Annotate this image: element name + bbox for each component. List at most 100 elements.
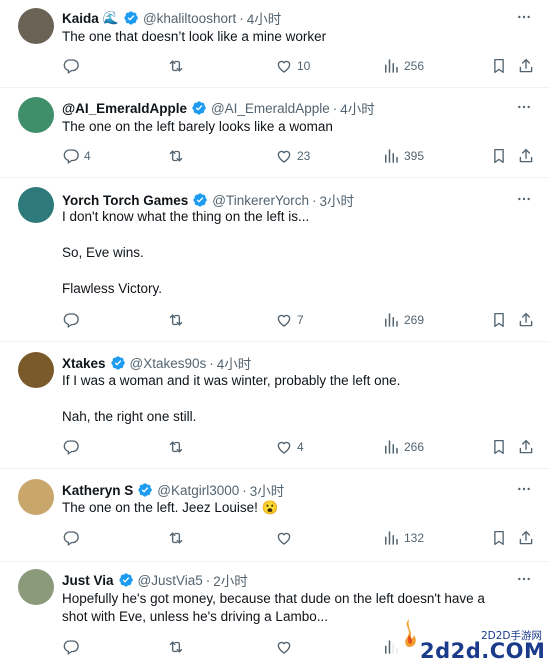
tweet-text: I don't know what the thing on the left … (62, 208, 520, 298)
tweet-line: The one on the left. Jeez Louise! 😮 (62, 500, 279, 515)
retweet-button[interactable] (167, 57, 189, 75)
verified-badge-icon (191, 100, 207, 116)
avatar[interactable] (18, 479, 54, 515)
avatar[interactable] (18, 97, 54, 133)
flame-logo-icon (405, 619, 416, 647)
views-button[interactable]: 395 (382, 147, 424, 165)
share-button[interactable] (517, 311, 535, 329)
display-name[interactable]: Kaida (62, 11, 99, 26)
like-button[interactable]: 10 (275, 57, 310, 75)
like-count: 23 (297, 149, 311, 163)
bookmark-button[interactable] (490, 438, 508, 456)
like-button[interactable] (275, 529, 297, 547)
view-count: 395 (404, 149, 425, 163)
reply-button[interactable] (62, 57, 84, 75)
user-handle[interactable]: @Xtakes90s (130, 356, 207, 371)
user-handle[interactable]: @AI_EmeraldApple (211, 101, 330, 116)
share-button[interactable] (517, 529, 535, 547)
like-count: 7 (297, 313, 304, 327)
reply-icon (62, 638, 80, 656)
user-handle[interactable]: @Katgirl3000 (157, 483, 239, 498)
more-options-icon[interactable] (516, 191, 532, 207)
view-count: 256 (404, 59, 425, 73)
timestamp[interactable]: 3小时 (250, 480, 285, 500)
tweet-text: The one that doesn’t look like a mine wo… (62, 28, 520, 46)
views-button[interactable]: 256 (382, 57, 424, 75)
avatar[interactable] (18, 569, 54, 605)
views-button[interactable]: 266 (382, 438, 424, 456)
display-name[interactable]: Katheryn S (62, 483, 133, 498)
tweet-line: Nah, the right one still. (62, 409, 197, 424)
avatar[interactable] (18, 8, 54, 44)
reply-icon (62, 311, 80, 329)
display-name[interactable]: @AI_EmeraldApple (62, 101, 187, 116)
views-chart-icon (382, 438, 400, 456)
reply-button[interactable] (62, 529, 84, 547)
retweet-button[interactable] (167, 529, 189, 547)
retweet-button[interactable] (167, 147, 189, 165)
user-handle[interactable]: @TinkererYorch (212, 193, 309, 208)
share-button[interactable] (517, 147, 535, 165)
more-options-icon[interactable] (516, 99, 532, 115)
retweet-button[interactable] (167, 438, 189, 456)
retweet-icon (167, 438, 185, 456)
tweet-text: If I was a woman and it was winter, prob… (62, 372, 520, 426)
bookmark-button[interactable] (490, 311, 508, 329)
share-button[interactable] (517, 57, 535, 75)
verified-badge-icon (110, 355, 126, 371)
share-icon (517, 311, 535, 329)
tweet[interactable]: Xtakes @Xtakes90s · 4小时 If I was a woman… (0, 341, 550, 469)
more-options-icon[interactable] (516, 9, 532, 25)
tweet[interactable]: Katheryn S @Katgirl3000 · 3小时 The one on… (0, 468, 550, 562)
display-name[interactable]: Xtakes (62, 356, 106, 371)
verified-badge-icon (123, 10, 139, 26)
more-options-icon[interactable] (516, 481, 532, 497)
display-name[interactable]: Just Via (62, 573, 114, 588)
retweet-button[interactable] (167, 638, 189, 656)
like-button[interactable]: 4 (275, 438, 304, 456)
reply-button[interactable]: 4 (62, 147, 91, 165)
tweet[interactable]: @AI_EmeraldApple @AI_EmeraldApple · 4小时 … (0, 87, 550, 178)
separator-dot: · (242, 482, 247, 498)
action-bar: 132 (62, 529, 540, 547)
avatar[interactable] (18, 352, 54, 388)
tweet[interactable]: Kaida 🌊 @khaliltooshort · 4小时 The one th… (0, 0, 550, 88)
tweet-text: The one on the left barely looks like a … (62, 118, 520, 136)
tweet-line: I don't know what the thing on the left … (62, 209, 310, 224)
views-button[interactable]: 269 (382, 311, 424, 329)
user-handle[interactable]: @khaliltooshort (143, 11, 236, 26)
retweet-button[interactable] (167, 311, 189, 329)
watermark: 2D2D手游网 2d2d.COM (392, 611, 550, 667)
bookmark-icon (490, 529, 508, 547)
like-button[interactable]: 23 (275, 147, 310, 165)
reply-button[interactable] (62, 438, 84, 456)
bookmark-button[interactable] (490, 529, 508, 547)
bookmark-button[interactable] (490, 57, 508, 75)
reply-icon (62, 438, 80, 456)
share-icon (517, 529, 535, 547)
bookmark-button[interactable] (490, 147, 508, 165)
display-name[interactable]: Yorch Torch Games (62, 193, 188, 208)
user-handle[interactable]: @JustVia5 (138, 573, 203, 588)
reply-button[interactable] (62, 311, 84, 329)
timestamp[interactable]: 4小时 (217, 353, 252, 373)
tweet[interactable]: Yorch Torch Games @TinkererYorch · 3小时 I… (0, 177, 550, 342)
separator-dot: · (205, 572, 211, 588)
share-button[interactable] (517, 438, 535, 456)
avatar[interactable] (18, 187, 54, 223)
retweet-icon (167, 57, 185, 75)
timestamp[interactable]: 3小时 (320, 190, 355, 210)
share-icon (517, 57, 535, 75)
reply-button[interactable] (62, 638, 84, 656)
retweet-icon (167, 311, 185, 329)
views-button[interactable]: 132 (382, 529, 424, 547)
timestamp[interactable]: 4小时 (247, 8, 282, 28)
view-count: 132 (404, 531, 425, 545)
timestamp[interactable]: 4小时 (340, 98, 375, 118)
bookmark-icon (490, 438, 508, 456)
timestamp[interactable]: 2小时 (213, 570, 248, 590)
like-button[interactable] (275, 638, 297, 656)
like-count: 10 (297, 59, 311, 73)
more-options-icon[interactable] (516, 571, 532, 587)
like-button[interactable]: 7 (275, 311, 304, 329)
